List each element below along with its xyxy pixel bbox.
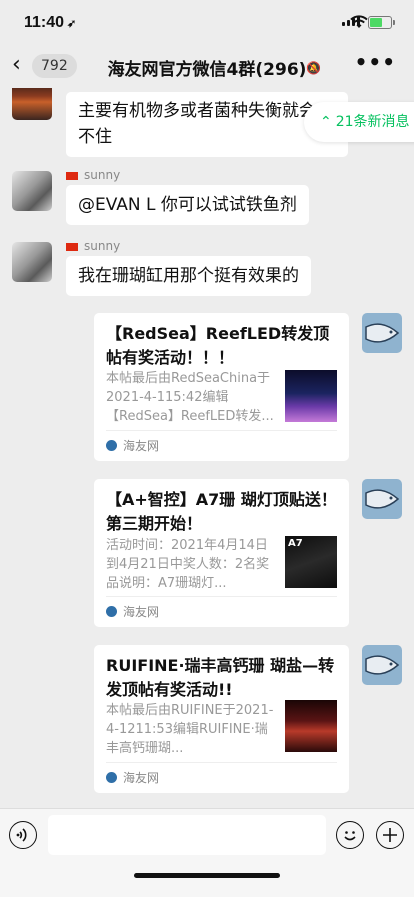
avatar[interactable] xyxy=(362,645,402,685)
link-card[interactable]: 【RedSea】ReefLED转发顶帖有奖活动！！！ 本帖最后由RedSeaCh… xyxy=(94,313,349,461)
emoji-icon[interactable] xyxy=(336,821,364,849)
input-bar xyxy=(0,808,414,897)
location-icon: ➶ xyxy=(67,18,77,30)
sender-name: sunny xyxy=(66,239,120,253)
fish-logo-icon xyxy=(365,323,400,343)
card-description: 活动时间：2021年4月14日到4月21日中奖人数：2名奖品说明：A7珊瑚灯..… xyxy=(106,538,270,591)
sender-name: sunny xyxy=(66,168,120,182)
card-source: 海友网 xyxy=(106,596,337,627)
china-flag-icon xyxy=(66,171,78,180)
new-messages-button[interactable]: ⌃ 21条新消息 xyxy=(304,102,414,142)
china-flag-icon xyxy=(66,242,78,251)
voice-icon[interactable] xyxy=(9,821,37,849)
plus-icon[interactable] xyxy=(376,821,404,849)
double-chevron-up-icon: ⌃ xyxy=(320,114,332,130)
message-bubble[interactable]: 我在珊瑚缸用那个挺有效果的 xyxy=(66,256,311,296)
mute-bell-icon: 🔕 xyxy=(306,61,321,75)
home-indicator[interactable] xyxy=(134,873,280,878)
card-thumbnail xyxy=(285,370,337,422)
more-button[interactable]: ••• xyxy=(355,50,396,74)
avatar[interactable] xyxy=(362,479,402,519)
card-thumbnail: A7 xyxy=(285,536,337,588)
status-time: 11:40 ➶ xyxy=(24,14,77,31)
haiyou-logo-icon xyxy=(106,440,117,451)
status-bar: 11:40 ➶ xyxy=(0,0,414,44)
chat-title: 海友网官方微信4群(296) xyxy=(107,60,307,80)
card-title: RUIFINE·瑞丰高钙珊 瑚盐—转发顶帖有奖活动!! xyxy=(106,656,335,699)
message-list[interactable]: 主要有机物多或者菌种失衡就会 不住 ⌃ 21条新消息 sunny @EVAN L … xyxy=(0,88,414,808)
message-bubble[interactable]: @EVAN L 你可以试试铁鱼剂 xyxy=(66,185,309,225)
card-source: 海友网 xyxy=(106,430,337,461)
card-thumbnail xyxy=(285,700,337,752)
fish-logo-icon xyxy=(365,655,400,675)
avatar[interactable] xyxy=(362,313,402,353)
card-title: 【A+智控】A7珊 瑚灯顶贴送！第三期开始！ xyxy=(106,490,337,533)
message-input[interactable] xyxy=(48,815,326,855)
battery-icon xyxy=(368,16,395,29)
haiyou-logo-icon xyxy=(106,772,117,783)
card-title: 【RedSea】ReefLED转发顶帖有奖活动！！！ xyxy=(106,324,330,367)
avatar[interactable] xyxy=(12,88,52,120)
haiyou-logo-icon xyxy=(106,606,117,617)
fish-logo-icon xyxy=(365,489,400,509)
wifi-icon xyxy=(350,15,368,28)
link-card[interactable]: RUIFINE·瑞丰高钙珊 瑚盐—转发顶帖有奖活动!! 本帖最后由RUIFINE… xyxy=(94,645,349,793)
card-description: 本帖最后由RUIFINE于2021-4-1211:53编辑RUIFINE·瑞丰高… xyxy=(106,703,274,756)
card-description: 本帖最后由RedSeaChina于2021-4-115:42编辑【RedSea】… xyxy=(106,371,274,424)
avatar[interactable] xyxy=(12,171,52,211)
avatar[interactable] xyxy=(12,242,52,282)
link-card[interactable]: 【A+智控】A7珊 瑚灯顶贴送！第三期开始！ 活动时间：2021年4月14日到4… xyxy=(94,479,349,627)
card-source: 海友网 xyxy=(106,762,337,793)
chat-header: ‹ 792 海友网官方微信4群(296) 🔕 ••• xyxy=(0,44,414,88)
